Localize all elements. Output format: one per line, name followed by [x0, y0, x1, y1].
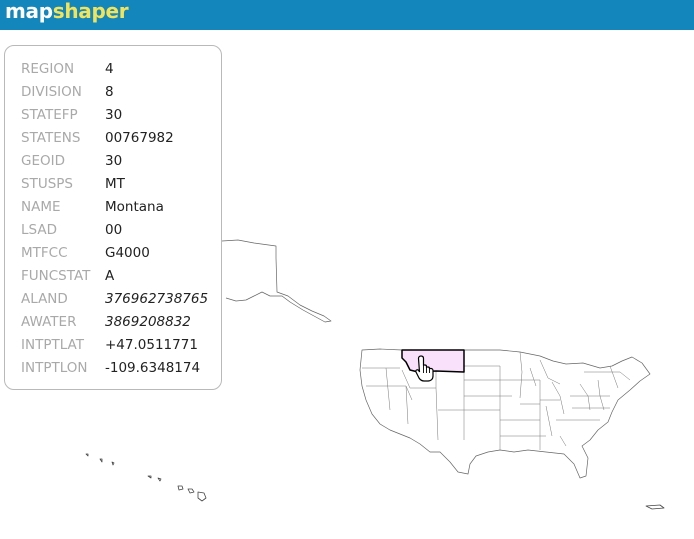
attr-row-division: DIVISION 8	[21, 81, 114, 103]
attr-row-statens: STATENS 00767982	[21, 127, 174, 149]
territory-puerto-rico[interactable]	[645, 504, 665, 510]
attr-value: Montana	[105, 199, 164, 215]
us-lower-48[interactable]	[359, 348, 651, 479]
attr-key: AWATER	[21, 314, 77, 330]
attr-value: +47.0511771	[105, 337, 198, 353]
attr-value: MT	[105, 176, 125, 192]
attr-row-awater: AWATER 3869208832	[21, 311, 191, 333]
attr-key: INTPTLON	[21, 360, 88, 376]
logo-text-map: map	[5, 0, 53, 23]
attr-value: 376962738765	[105, 291, 209, 307]
attr-key: NAME	[21, 199, 61, 215]
attr-row-mtfcc: MTFCC G4000	[21, 242, 150, 264]
app-logo: mapshaper	[5, 0, 129, 25]
attr-key: GEOID	[21, 153, 65, 169]
attr-key: ALAND	[21, 291, 68, 307]
attr-row-intptlon: INTPTLON -109.6348174	[21, 357, 200, 379]
attr-row-lsad: LSAD 00	[21, 219, 122, 241]
attr-row-name: NAME Montana	[21, 196, 164, 218]
attr-value: 4	[105, 61, 114, 77]
attr-row-geoid: GEOID 30	[21, 150, 122, 172]
attr-key: MTFCC	[21, 245, 68, 261]
attr-value: 00767982	[105, 130, 174, 146]
attr-value: 30	[105, 107, 123, 123]
attr-key: INTPTLAT	[21, 337, 84, 353]
attr-key: STUSPS	[21, 176, 73, 192]
attr-value: -109.6348174	[105, 360, 201, 376]
state-alaska[interactable]	[221, 239, 332, 323]
attr-key: REGION	[21, 61, 75, 77]
attr-value: 30	[105, 153, 123, 169]
attr-value: A	[105, 268, 115, 284]
attr-key: STATEFP	[21, 107, 78, 123]
attr-value: 3869208832	[105, 314, 191, 330]
attr-row-funcstat: FUNCSTAT A	[21, 265, 114, 287]
state-hawaii[interactable]	[85, 453, 207, 502]
attr-row-aland: ALAND 376962738765	[21, 288, 208, 310]
feature-info-popup: REGION 4 DIVISION 8 STATEFP 30 STATENS 00767…	[4, 45, 222, 390]
attr-key: LSAD	[21, 222, 57, 238]
attr-key: DIVISION	[21, 84, 82, 100]
attr-key: FUNCSTAT	[21, 268, 91, 284]
attr-value: 8	[105, 84, 114, 100]
attr-row-stusps: STUSPS MT	[21, 173, 125, 195]
app-header: mapshaper	[0, 0, 694, 30]
attr-row-statefp: STATEFP 30	[21, 104, 122, 126]
attr-value: G4000	[105, 245, 150, 261]
attr-row-intptlat: INTPTLAT +47.0511771	[21, 334, 198, 356]
logo-text-shaper: shaper	[52, 0, 129, 23]
attr-value: 00	[105, 222, 123, 238]
attr-row-region: REGION 4	[21, 58, 114, 80]
attr-key: STATENS	[21, 130, 81, 146]
